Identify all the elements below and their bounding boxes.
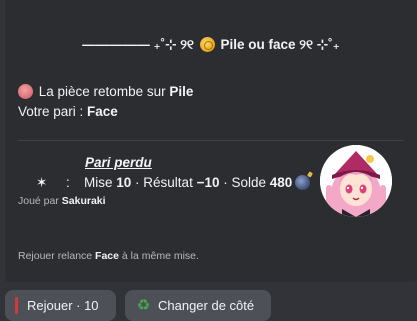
stats-colon: : — [66, 175, 70, 190]
balance-value: 480 — [269, 175, 293, 190]
stats-line: ✶: Mise 10 · Résultat −10 · Solde 480 — [36, 175, 311, 191]
result-prefix: La pièce retombe sur — [38, 84, 170, 99]
title-text: Pile ou face — [220, 37, 296, 52]
red-stick-icon — [15, 297, 18, 314]
result-label: · Résultat — [131, 175, 197, 190]
bet-line: Votre pari : Face — [18, 104, 118, 119]
coin-result-line: La pièce retombe sur Pile — [18, 84, 193, 99]
avatar — [320, 145, 392, 217]
balance-label: · Solde — [219, 175, 270, 190]
stake-label: Mise — [84, 175, 117, 190]
replay-button[interactable]: Rejouer · 10 — [5, 290, 116, 321]
recycle-icon: ♻ — [136, 297, 151, 314]
divider — [18, 140, 404, 141]
embed-title: ————— ₊˚⊹ ୨୧ Pile ou face ୨୧ ⊹˚₊ — [5, 37, 417, 53]
lost-title: Pari perdu — [85, 155, 152, 170]
embed-footer: Rejouer relance Face à la même mise. — [18, 250, 199, 262]
footer-bold: Face — [95, 250, 119, 262]
change-side-button-label: Changer de côté — [158, 298, 255, 313]
result-value: Pile — [169, 84, 194, 99]
footer-suffix: à la même mise. — [118, 250, 199, 262]
embed-card: ————— ₊˚⊹ ୨୧ Pile ou face ୨୧ ⊹˚₊ La pièc… — [5, 0, 417, 282]
star-glyph: ✶ — [36, 175, 48, 190]
played-by: Joué par Sakuraki — [18, 195, 106, 207]
bet-prefix: Votre pari : — [18, 104, 88, 119]
title-prefix: ————— ₊˚⊹ ୨୧ — [82, 37, 198, 52]
played-by-user: Sakuraki — [61, 195, 106, 207]
result-amount: −10 — [196, 175, 220, 190]
avatar-illustration — [320, 145, 392, 217]
coin-icon — [199, 37, 215, 52]
title-suffix: ୨୧ ⊹˚₊ — [295, 37, 340, 52]
stake-value: 10 — [116, 175, 132, 190]
bet-value: Face — [87, 104, 118, 119]
replay-button-label: Rejouer · 10 — [27, 298, 99, 313]
footer-prefix: Rejouer relance — [18, 250, 96, 262]
pink-circle-icon — [18, 84, 33, 99]
bomb-icon — [295, 175, 311, 190]
change-side-button[interactable]: ♻ Changer de côté — [125, 290, 271, 321]
played-by-prefix: Joué par — [18, 195, 62, 207]
